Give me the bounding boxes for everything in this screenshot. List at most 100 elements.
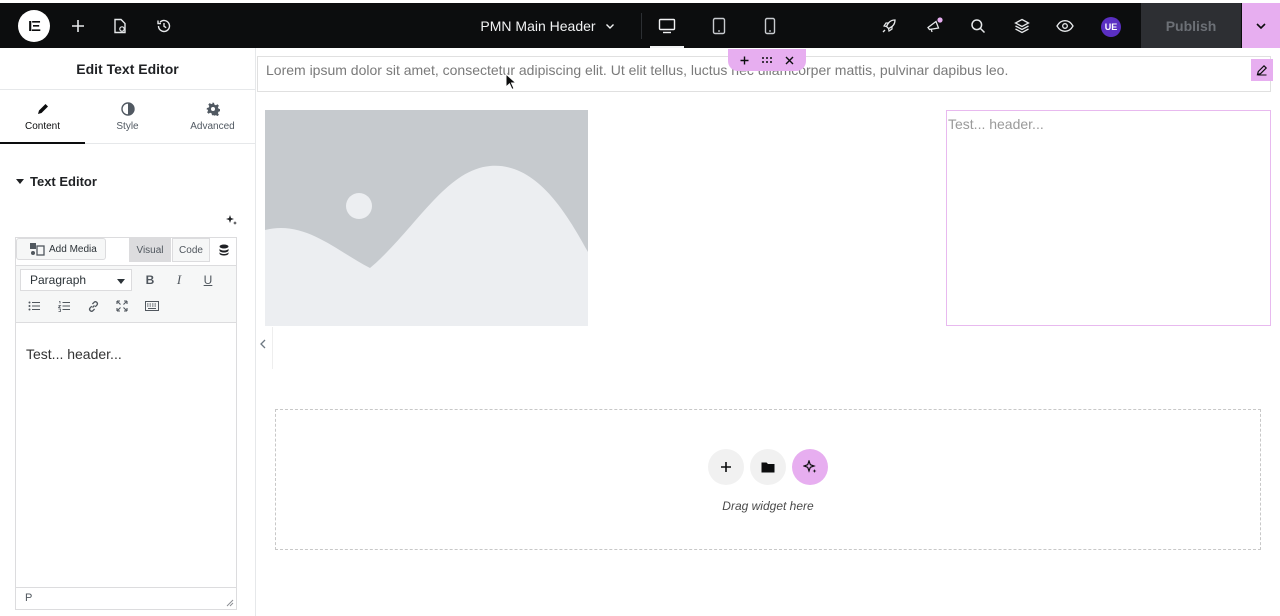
structure-button[interactable] <box>1010 3 1034 48</box>
wysiwyg-editor: Add Media Visual Code Paragraph B I U Te… <box>15 237 237 610</box>
publish-button[interactable]: Publish <box>1141 3 1241 48</box>
chevron-left-icon <box>260 339 266 349</box>
tab-style[interactable]: Style <box>85 90 170 143</box>
widget-dropzone[interactable]: Drag widget here <box>275 409 1261 550</box>
sparkle-icon <box>226 215 237 225</box>
rocket-icon <box>882 18 896 32</box>
insert-link-button[interactable] <box>82 295 104 317</box>
tablet-icon <box>712 17 726 34</box>
chevron-down-icon <box>1256 22 1266 29</box>
history-icon <box>157 19 171 32</box>
close-icon[interactable] <box>785 56 794 65</box>
pencil-icon <box>1256 64 1268 76</box>
document-title: PMN Main Header <box>480 17 596 34</box>
desktop-icon <box>658 18 676 33</box>
megaphone-icon <box>927 16 943 32</box>
panel-tabs: Content Style Advanced <box>0 90 255 144</box>
mouse-cursor-icon <box>505 73 517 91</box>
page-settings-button[interactable] <box>108 3 132 48</box>
document-title-dropdown[interactable]: PMN Main Header <box>468 3 628 48</box>
keyboard-icon <box>145 301 159 311</box>
eye-icon <box>1056 19 1074 32</box>
add-template-button[interactable] <box>750 449 786 485</box>
editor-status-bar: P <box>16 587 236 609</box>
plus-icon <box>72 19 84 32</box>
edit-widget-button[interactable] <box>1251 59 1273 81</box>
active-tab-indicator <box>0 142 85 144</box>
link-icon <box>88 300 98 312</box>
contrast-icon <box>120 101 135 116</box>
underline-button[interactable]: U <box>197 269 219 291</box>
text-widget-selected[interactable]: Test... header... <box>946 110 1271 326</box>
fullscreen-button[interactable] <box>111 295 133 317</box>
notifications-button[interactable] <box>922 3 946 48</box>
bullet-list-icon <box>28 301 40 311</box>
dropzone-label: Drag widget here <box>722 499 814 513</box>
element-path: P <box>25 592 33 604</box>
lorem-text: Lorem ipsum dolor sit amet, consectetur … <box>266 62 1009 78</box>
dynamic-tags-button[interactable] <box>211 238 237 262</box>
editor-panel: Edit Text Editor Content Style Advanced … <box>0 48 256 616</box>
caret-down-icon <box>16 179 24 184</box>
toolbar-toggle-button[interactable] <box>141 295 163 317</box>
add-media-button[interactable]: Add Media <box>16 238 106 260</box>
italic-button[interactable]: I <box>168 269 190 291</box>
ai-assist-button[interactable] <box>225 213 237 231</box>
add-section-button[interactable] <box>708 449 744 485</box>
editor-content[interactable]: Test... header... <box>26 346 122 362</box>
elementor-logo-button[interactable]: IΞ <box>18 10 50 42</box>
device-tablet-button[interactable] <box>696 3 742 48</box>
gear-icon <box>206 102 220 116</box>
sparkle-icon <box>803 460 817 473</box>
ai-build-button[interactable] <box>792 449 828 485</box>
tab-code[interactable]: Code <box>172 238 210 262</box>
publish-options-button[interactable] <box>1242 3 1280 48</box>
tab-content[interactable]: Content <box>0 90 85 143</box>
divider <box>272 327 273 369</box>
editor-toolbar: Paragraph B I U <box>16 265 236 323</box>
numbered-list-icon <box>58 301 70 312</box>
elementor-logo-icon: IΞ <box>28 17 41 35</box>
folder-icon <box>761 462 775 473</box>
chevron-down-icon <box>605 23 614 29</box>
launchpad-button[interactable] <box>877 3 901 48</box>
numbered-list-button[interactable] <box>53 295 75 317</box>
add-element-button[interactable] <box>66 3 90 48</box>
preview-button[interactable] <box>1053 3 1077 48</box>
page-settings-icon <box>114 18 126 33</box>
text-box-content: Test... header... <box>948 116 1044 132</box>
add-media-label: Add Media <box>49 243 97 255</box>
tab-content-label: Content <box>24 120 61 132</box>
paragraph-format-select[interactable]: Paragraph <box>20 269 132 291</box>
tab-advanced[interactable]: Advanced <box>170 90 255 143</box>
history-button[interactable] <box>152 3 176 48</box>
tab-style-label: Style <box>116 120 139 132</box>
media-icon <box>30 243 45 256</box>
bold-button[interactable]: B <box>139 269 161 291</box>
collapse-panel-button[interactable] <box>259 338 267 352</box>
mobile-icon <box>764 17 776 34</box>
pencil-icon <box>37 103 48 114</box>
database-icon <box>219 244 229 256</box>
device-mobile-button[interactable] <box>747 3 793 48</box>
text-editor-widget[interactable]: Lorem ipsum dolor sit amet, consectetur … <box>257 49 1273 92</box>
bullet-list-button[interactable] <box>23 295 45 317</box>
format-value: Paragraph <box>30 273 87 287</box>
drag-handle-icon[interactable] <box>761 56 773 64</box>
divider <box>641 13 642 39</box>
panel-title: Edit Text Editor <box>0 48 255 90</box>
image-placeholder[interactable] <box>265 110 588 326</box>
image-placeholder-icon <box>265 110 588 326</box>
search-icon <box>971 18 986 33</box>
device-desktop-button[interactable] <box>644 3 690 48</box>
add-container-icon[interactable] <box>740 56 749 65</box>
section-toggle-text-editor[interactable]: Text Editor <box>16 174 239 189</box>
user-avatar[interactable]: UE <box>1101 17 1121 37</box>
resize-handle-icon[interactable] <box>226 599 234 607</box>
search-button[interactable] <box>966 3 990 48</box>
fullscreen-icon <box>116 300 128 312</box>
container-handle <box>728 49 806 71</box>
caret-down-icon <box>117 279 125 284</box>
tab-visual[interactable]: Visual <box>129 238 171 262</box>
section-title: Text Editor <box>30 174 97 189</box>
